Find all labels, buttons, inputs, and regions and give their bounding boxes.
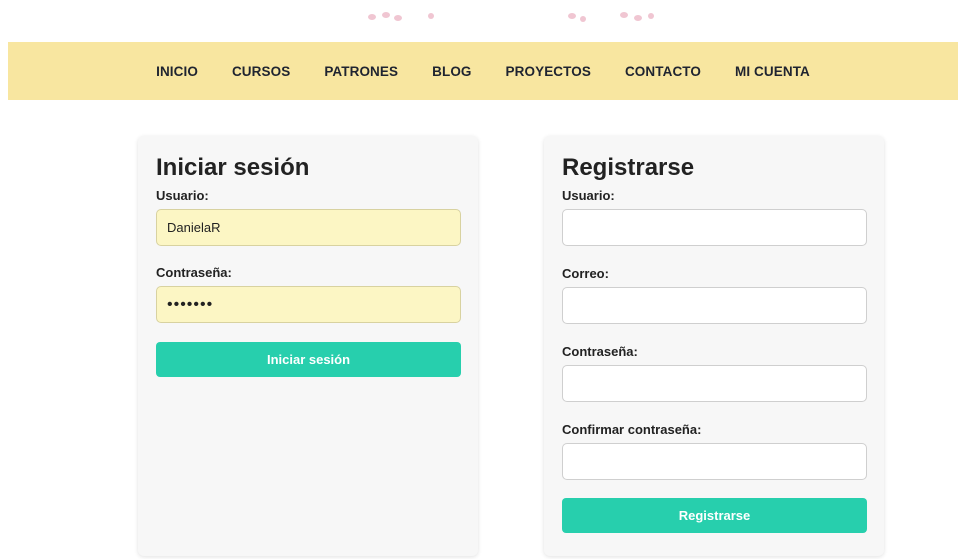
register-username-group: Usuario: (562, 188, 867, 246)
nav-item-patrones[interactable]: PATRONES (307, 64, 415, 79)
cherry-blossom-decoration-right (568, 10, 678, 24)
nav-item-cursos[interactable]: CURSOS (215, 64, 307, 79)
register-password-input[interactable] (562, 365, 867, 402)
login-password-group: Contraseña: (156, 265, 461, 323)
register-confirm-input[interactable] (562, 443, 867, 480)
nav-item-blog[interactable]: BLOG (415, 64, 488, 79)
register-email-group: Correo: (562, 266, 867, 324)
register-title: Registrarse (562, 154, 695, 181)
register-username-input[interactable] (562, 209, 867, 246)
register-password-group: Contraseña: (562, 344, 867, 402)
header-banner (0, 0, 958, 42)
nav-item-contacto[interactable]: CONTACTO (608, 64, 718, 79)
register-email-label: Correo: (562, 266, 609, 281)
nav-item-proyectos[interactable]: PROYECTOS (489, 64, 608, 79)
login-password-input[interactable] (156, 286, 461, 323)
main-navbar: INICIO CURSOS PATRONES BLOG PROYECTOS CO… (8, 42, 958, 100)
register-card: Registrarse Usuario: Correo: Contraseña:… (544, 136, 884, 556)
register-password-label: Contraseña: (562, 344, 638, 359)
register-email-input[interactable] (562, 287, 867, 324)
login-username-label: Usuario: (156, 188, 209, 203)
register-submit-button[interactable]: Registrarse (562, 498, 867, 533)
nav-item-mi-cuenta[interactable]: MI CUENTA (718, 64, 827, 79)
login-password-label: Contraseña: (156, 265, 232, 280)
register-confirm-group: Confirmar contraseña: (562, 422, 867, 480)
login-username-group: Usuario: (156, 188, 461, 246)
login-submit-button[interactable]: Iniciar sesión (156, 342, 461, 377)
login-username-input[interactable] (156, 209, 461, 246)
nav-item-inicio[interactable]: INICIO (139, 64, 215, 79)
register-username-label: Usuario: (562, 188, 615, 203)
cherry-blossom-decoration-left (368, 10, 448, 24)
login-card: Iniciar sesión Usuario: Contraseña: Inic… (138, 136, 478, 556)
login-title: Iniciar sesión (156, 154, 310, 181)
register-confirm-label: Confirmar contraseña: (562, 422, 702, 437)
